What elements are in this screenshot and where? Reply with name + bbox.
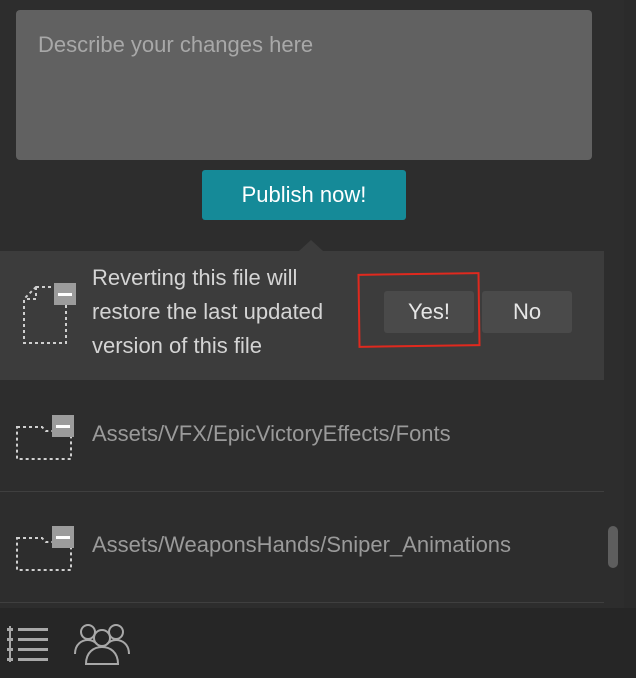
change-description-input[interactable] [16,10,592,160]
file-removed-icon [23,283,76,344]
changes-panel: Publish now! Reverting this file will re… [0,0,624,678]
file-path: Assets/WeaponsHands/Sniper_Animations [92,532,512,557]
file-row[interactable]: Assets/VFX/EpicVictoryEffects/Fonts [0,381,604,492]
no-button[interactable]: No [482,291,572,333]
list-view-icon[interactable] [6,624,50,664]
file-row[interactable]: Assets/WeaponsHands/Sniper_Animations [0,492,604,603]
file-path: Assets/VFX/EpicVictoryEffects/Fonts [92,421,451,446]
folder-removed-icon [16,415,74,460]
publish-now-button[interactable]: Publish now! [202,170,406,220]
revert-warning-text: Reverting this file will restore the las… [92,265,324,358]
users-icon[interactable] [72,620,132,666]
scrollbar-thumb[interactable] [608,526,618,568]
folder-removed-icon [16,526,74,571]
yes-button[interactable]: Yes! [384,291,474,333]
bottom-toolbar [0,608,636,678]
popover-pointer [299,240,323,251]
revert-confirm-row: Reverting this file will restore the las… [0,251,604,380]
